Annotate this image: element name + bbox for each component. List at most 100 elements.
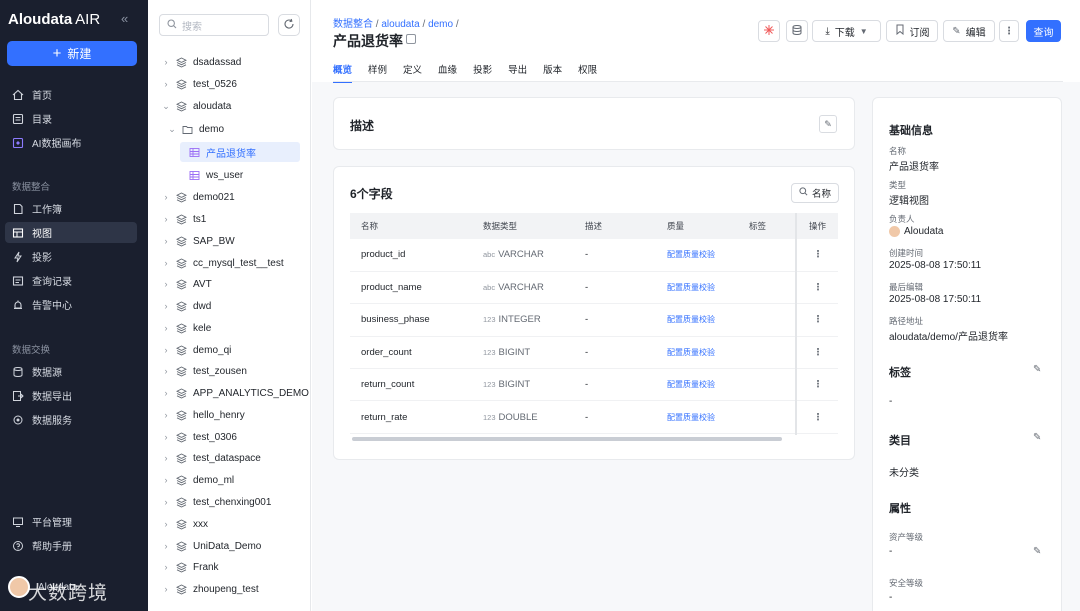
configure-quality-link[interactable]: 配置质量校验 [656,368,738,402]
chevron-down-icon[interactable]: ⌄ [162,101,170,112]
tab-3[interactable]: 血缘 [438,62,457,83]
edit-asset-level-pencil-icon[interactable]: ✎ [1033,546,1041,557]
tree-item[interactable]: › APP_ANALYTICS_DEMO [159,383,309,403]
edit-tags-pencil-icon[interactable]: ✎ [1033,364,1041,375]
collapse-nav-icon[interactable]: « [121,11,128,26]
chevron-right-icon[interactable]: › [162,192,170,202]
breadcrumb-item[interactable]: 数据整合 [333,19,373,30]
nav-item-alert[interactable]: 告警中心 [5,294,137,315]
chevron-right-icon[interactable]: › [162,475,170,485]
table-row[interactable]: business_phase 123 INTEGER - 配置质量校验 ⋮ [350,303,838,337]
breadcrumb-item[interactable]: aloudata [381,19,419,30]
chevron-right-icon[interactable]: › [162,345,170,355]
configure-quality-link[interactable]: 配置质量校验 [656,271,738,305]
tree-item[interactable]: › SAP_BW [159,231,235,251]
configure-quality-link[interactable]: 配置质量校验 [656,400,738,434]
nav-item-workbook[interactable]: 工作簿 [5,198,137,219]
chevron-right-icon[interactable]: › [162,214,170,224]
tree-item[interactable]: › demo021 [159,187,235,207]
row-more-icon[interactable]: ⋮ [798,400,838,434]
tree-item[interactable]: ws_user [180,165,243,185]
edit-category-pencil-icon[interactable]: ✎ [1033,432,1041,443]
table-row[interactable]: return_rate 123 DOUBLE - 配置质量校验 ⋮ [350,400,838,434]
horizontal-scrollbar[interactable] [352,437,782,441]
more-button[interactable]: ⋮ [999,20,1019,42]
tree-item[interactable]: › kele [159,318,212,338]
tree-item[interactable]: 产品退货率 [180,142,300,162]
download-button[interactable]: ⤓ 下载 ▼ [812,20,881,42]
nav-item-export[interactable]: 数据导出 [5,385,137,406]
nav-item-home[interactable]: 首页 [5,84,137,105]
tab-4[interactable]: 投影 [473,62,492,83]
nav-item-platform[interactable]: 平台管理 [5,511,137,532]
chevron-right-icon[interactable]: › [162,388,170,398]
new-button[interactable]: + 新建 [7,41,137,66]
refresh-button[interactable] [278,14,300,36]
nav-item-projection[interactable]: 投影 [5,246,137,267]
chevron-right-icon[interactable]: › [162,279,170,289]
tree-item[interactable]: ⌄ aloudata [159,96,231,116]
tree-item[interactable]: › xxx [159,514,209,534]
sort-by-name-button[interactable]: 名称 [791,183,839,203]
edit-description-button[interactable]: ✎ [819,115,837,133]
chevron-right-icon[interactable]: › [162,79,170,89]
nav-item-view[interactable]: 视图 [5,222,137,243]
table-row[interactable]: product_name abc VARCHAR - 配置质量校验 ⋮ [350,271,838,305]
chevron-right-icon[interactable]: › [162,453,170,463]
chevron-right-icon[interactable]: › [162,432,170,442]
tree-item[interactable]: › hello_henry [159,405,245,425]
tree-item[interactable]: ⌄ demo [165,119,224,139]
chevron-right-icon[interactable]: › [162,541,170,551]
chevron-right-icon[interactable]: › [162,584,170,594]
tree-item[interactable]: › test_dataspace [159,448,261,468]
copy-icon[interactable] [406,34,416,44]
tab-5[interactable]: 导出 [508,62,527,83]
table-row[interactable]: return_count 123 BIGINT - 配置质量校验 ⋮ [350,368,838,402]
tab-6[interactable]: 版本 [543,62,562,83]
row-more-icon[interactable]: ⋮ [798,336,838,370]
tree-item[interactable]: › demo_qi [159,340,232,360]
nav-item-catalog[interactable]: 目录 [5,108,137,129]
configure-quality-link[interactable]: 配置质量校验 [656,336,738,370]
chevron-right-icon[interactable]: › [162,497,170,507]
breadcrumb-item[interactable]: demo [428,19,453,30]
chevron-right-icon[interactable]: › [162,57,170,67]
row-more-icon[interactable]: ⋮ [798,303,838,337]
tree-item[interactable]: › demo_ml [159,470,235,490]
chevron-right-icon[interactable]: › [162,258,170,268]
tree-item[interactable]: › AVT [159,274,212,294]
tree-item[interactable]: › Frank [159,557,219,577]
edit-button[interactable]: ✎ 编辑 [943,20,995,42]
row-more-icon[interactable]: ⋮ [798,239,838,272]
row-more-icon[interactable]: ⋮ [798,368,838,402]
chevron-right-icon[interactable]: › [162,236,170,246]
chevron-right-icon[interactable]: › [162,410,170,420]
tree-item[interactable]: › zhoupeng_test [159,579,259,599]
tree-item[interactable]: › UniData_Demo [159,536,262,556]
chevron-right-icon[interactable]: › [162,301,170,311]
chevron-down-icon[interactable]: ⌄ [168,124,176,135]
tree-item[interactable]: › test_0306 [159,427,237,447]
subscribe-button[interactable]: 订阅 [886,20,938,42]
configure-quality-link[interactable]: 配置质量校验 [656,239,738,272]
nav-item-query-log[interactable]: 查询记录 [5,270,137,291]
tab-7[interactable]: 权限 [578,62,597,83]
tree-item[interactable]: › test_zousen [159,361,247,381]
tab-2[interactable]: 定义 [403,62,422,83]
query-button[interactable]: 查询 [1026,20,1061,42]
tree-item[interactable]: › test_chenxing001 [159,492,272,512]
row-more-icon[interactable]: ⋮ [798,271,838,305]
nav-item-datasource[interactable]: 数据源 [5,361,137,382]
lineage-button[interactable] [758,20,780,42]
chevron-right-icon[interactable]: › [162,323,170,333]
chevron-right-icon[interactable]: › [162,366,170,376]
nav-item-help[interactable]: 帮助手册 [5,535,137,556]
nav-item-service[interactable]: 数据服务 [5,409,137,430]
tree-search-input[interactable]: 搜索 [159,14,269,36]
chevron-right-icon[interactable]: › [162,562,170,572]
tab-1[interactable]: 样例 [368,62,387,83]
tree-item[interactable]: › dwd [159,296,212,316]
configure-quality-link[interactable]: 配置质量校验 [656,303,738,337]
tree-item[interactable]: › ts1 [159,209,207,229]
tree-item[interactable]: › test_0526 [159,74,237,94]
